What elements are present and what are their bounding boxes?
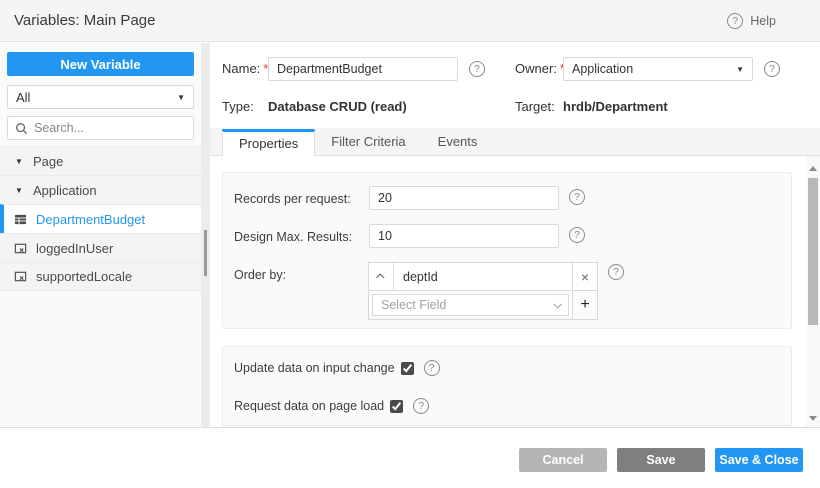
new-variable-button[interactable]: New Variable: [7, 52, 194, 76]
variables-sidebar: New Variable All ▼ ▼ Page ▼ Ap: [0, 43, 210, 427]
chevron-down-icon: [553, 300, 562, 309]
static-variable-icon: [14, 243, 27, 253]
tree-group-page[interactable]: ▼ Page: [0, 146, 201, 175]
order-by-label: Order by:: [234, 268, 287, 282]
order-by-row: deptId ×: [369, 263, 597, 291]
save-button[interactable]: Save: [617, 448, 705, 472]
update-on-input-label: Update data on input change: [234, 361, 395, 375]
tree-item-label: DepartmentBudget: [36, 211, 146, 227]
help-button[interactable]: ? Help: [727, 12, 776, 29]
sort-ascending-button[interactable]: [369, 263, 394, 290]
tree-group-application[interactable]: ▼ Application: [0, 175, 201, 204]
type-label: Type:: [222, 99, 254, 114]
properties-tab-content: Records per request: ? Design Max. Resul…: [210, 156, 820, 427]
variable-search-box: [7, 116, 195, 140]
request-on-load-checkbox[interactable]: [390, 399, 404, 413]
sidebar-scrollbar-thumb[interactable]: [204, 230, 207, 276]
records-per-request-help-icon[interactable]: ?: [569, 189, 585, 205]
type-value: Database CRUD (read): [268, 99, 407, 114]
order-by-group: deptId × Select Field +: [368, 262, 598, 320]
caret-down-icon: ▼: [15, 185, 23, 195]
scroll-down-arrow-icon[interactable]: [809, 416, 817, 421]
search-icon: [16, 122, 28, 134]
scroll-up-arrow-icon[interactable]: [809, 166, 817, 171]
update-on-input-checkbox[interactable]: [400, 361, 414, 375]
cancel-button[interactable]: Cancel: [519, 448, 607, 472]
add-order-field-button[interactable]: +: [572, 291, 597, 319]
variable-search-input[interactable]: [34, 121, 195, 135]
owner-value: Application: [572, 62, 634, 76]
sidebar-inner: New Variable All ▼ ▼ Page ▼ Ap: [0, 43, 201, 427]
request-on-load-label: Request data on page load: [234, 399, 385, 413]
dropdown-arrow-icon: ▼: [177, 92, 185, 102]
static-variable-icon: [14, 271, 27, 282]
behavior-settings-panel: Update data on input change ? Request da…: [222, 346, 792, 426]
tree-group-label: Page: [33, 153, 64, 169]
page-title: Variables: Main Page: [14, 12, 156, 29]
order-by-help-icon[interactable]: ?: [608, 264, 624, 280]
design-max-results-help-icon[interactable]: ?: [569, 227, 585, 243]
content-scrollbar[interactable]: [806, 156, 820, 427]
design-max-results-label: Design Max. Results:: [234, 230, 353, 244]
update-on-input-row: Update data on input change ?: [234, 360, 440, 376]
caret-down-icon: ▼: [15, 156, 23, 166]
variables-tree: ▼ Page ▼ Application DepartmentBudget lo…: [0, 146, 201, 291]
data-settings-panel: Records per request: ? Design Max. Resul…: [222, 172, 792, 329]
select-field-placeholder: Select Field: [381, 298, 447, 312]
content-scrollbar-thumb[interactable]: [808, 178, 818, 325]
tree-item-loggedinuser[interactable]: loggedInUser: [0, 233, 201, 262]
update-on-input-help-icon[interactable]: ?: [423, 360, 440, 376]
order-by-field-value: deptId: [403, 269, 438, 284]
variables-dialog: Variables: Main Page ? Help New Variable…: [0, 0, 820, 488]
request-on-load-row: Request data on page load ?: [234, 398, 430, 414]
order-by-add-row: Select Field +: [369, 291, 597, 319]
tab-properties[interactable]: Properties: [222, 129, 316, 156]
owner-help-icon[interactable]: ?: [764, 61, 780, 77]
name-input[interactable]: [268, 57, 458, 81]
records-per-request-label: Records per request:: [234, 192, 351, 206]
remove-order-field-button[interactable]: ×: [572, 263, 597, 290]
tab-filter-criteria[interactable]: Filter Criteria: [315, 128, 421, 155]
tree-item-supportedlocale[interactable]: supportedLocale: [0, 262, 201, 291]
name-help-icon[interactable]: ?: [469, 61, 485, 77]
dialog-footer: Cancel Save Save & Close: [0, 427, 820, 488]
variable-filter-value: All: [16, 89, 31, 105]
dialog-header: Variables: Main Page ? Help: [0, 0, 820, 42]
detail-tabbar: Properties Filter Criteria Events: [210, 128, 820, 156]
request-on-load-help-icon[interactable]: ?: [413, 398, 430, 414]
tree-group-label: Application: [33, 182, 97, 198]
name-label: Name: *: [222, 61, 269, 76]
sidebar-scrollbar[interactable]: [201, 43, 209, 427]
tree-item-departmentbudget[interactable]: DepartmentBudget: [0, 204, 201, 233]
tree-item-label: supportedLocale: [36, 269, 133, 284]
target-label: Target:: [515, 99, 555, 114]
owner-label: Owner:*: [515, 57, 565, 81]
tab-events[interactable]: Events: [422, 128, 494, 155]
target-value: hrdb/Department: [563, 99, 668, 114]
owner-select[interactable]: Application ▼: [563, 57, 753, 81]
crud-variable-icon: [14, 214, 27, 224]
design-max-results-input[interactable]: [369, 224, 559, 248]
dropdown-arrow-icon: ▼: [736, 64, 744, 74]
variable-detail-panel: Name:* ? Owner:* Application ▼ ? Type: D…: [210, 43, 820, 427]
variable-filter-select[interactable]: All ▼: [7, 85, 194, 109]
chevron-up-icon: [376, 272, 385, 282]
records-per-request-input[interactable]: [369, 186, 559, 210]
help-label: Help: [750, 13, 776, 28]
help-icon: ?: [727, 12, 744, 29]
tree-item-label: loggedInUser: [36, 240, 114, 256]
save-and-close-button[interactable]: Save & Close: [715, 448, 803, 472]
select-field-dropdown[interactable]: Select Field: [372, 294, 569, 316]
